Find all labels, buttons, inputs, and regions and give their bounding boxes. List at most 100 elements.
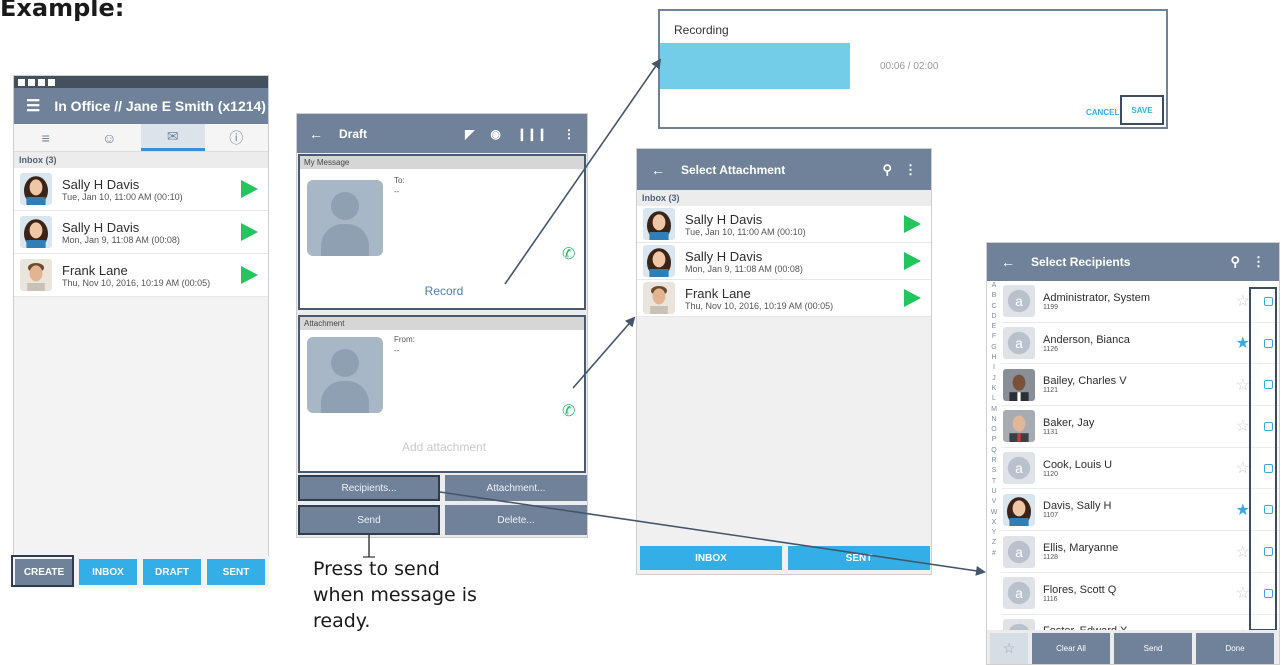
star-outline-icon[interactable]: ☆ (1236, 291, 1250, 311)
list-icon: ≡ (41, 129, 50, 146)
recipient-extension: 1128 (1043, 554, 1059, 562)
select-attachment-screen: ← Select Attachment ⚲ ⋮ Inbox (3) Sally … (636, 148, 932, 575)
alphabet-index[interactable]: A B C D E F G H I J K L M N O P Q R S T U V W X Y Z # (987, 281, 1001, 559)
search-icon[interactable]: ⚲ (882, 162, 892, 178)
alphabet-letter[interactable]: S (987, 466, 1001, 476)
phone-icon[interactable]: ✆ (562, 401, 575, 421)
tab-contacts[interactable]: ☺ (78, 124, 142, 151)
star-filter-button[interactable]: ☆ (990, 633, 1028, 664)
alphabet-letter[interactable]: B (987, 291, 1001, 301)
alphabet-letter[interactable]: C (987, 302, 1001, 312)
alphabet-letter[interactable]: # (987, 549, 1001, 559)
audio-bars-icon[interactable]: ❙❙❙ (517, 127, 547, 141)
back-arrow-icon[interactable]: ← (1001, 254, 1015, 270)
cancel-button[interactable]: CANCEL (1086, 108, 1119, 117)
search-icon[interactable]: ⚲ (1230, 254, 1240, 270)
alphabet-letter[interactable]: W (987, 508, 1001, 518)
recipient-row[interactable]: Baker, Jay 1131 ☆ (1001, 406, 1279, 448)
play-icon[interactable] (904, 215, 921, 233)
location-pin-icon[interactable]: ◉ (490, 127, 500, 141)
play-icon[interactable] (241, 223, 258, 241)
alphabet-letter[interactable]: M (987, 405, 1001, 415)
inbox-button[interactable]: INBOX (79, 559, 137, 585)
bottom-button-bar: ☆ Clear All Send Done (987, 630, 1279, 664)
inbox-button[interactable]: INBOX (640, 546, 782, 570)
save-button[interactable]: SAVE (1120, 95, 1164, 125)
alphabet-letter[interactable]: K (987, 384, 1001, 394)
more-vert-icon[interactable]: ⋮ (1252, 254, 1265, 270)
alphabet-letter[interactable]: D (987, 312, 1001, 322)
sent-button[interactable]: SENT (207, 559, 265, 585)
message-row[interactable]: Frank Lane Thu, Nov 10, 2016, 10:19 AM (… (14, 254, 268, 297)
play-icon[interactable] (904, 252, 921, 270)
alphabet-letter[interactable]: R (987, 456, 1001, 466)
back-arrow-icon[interactable]: ← (651, 162, 665, 178)
recipient-row[interactable]: a Ellis, Maryanne 1128 ☆ (1001, 531, 1279, 573)
more-vert-icon[interactable]: ⋮ (904, 162, 917, 178)
star-outline-icon[interactable]: ☆ (1236, 458, 1250, 478)
play-icon[interactable] (904, 289, 921, 307)
alphabet-letter[interactable]: A (987, 281, 1001, 291)
play-icon[interactable] (241, 266, 258, 284)
delete-button[interactable]: Delete... (445, 505, 587, 535)
alphabet-letter[interactable]: O (987, 425, 1001, 435)
alphabet-letter[interactable]: I (987, 363, 1001, 373)
recipient-row[interactable]: Davis, Sally H 1107 ★ (1001, 490, 1279, 532)
message-row[interactable]: Sally H Davis Mon, Jan 9, 11:08 AM (00:0… (637, 243, 931, 280)
back-arrow-icon[interactable]: ← (309, 126, 323, 142)
alphabet-letter[interactable]: E (987, 322, 1001, 332)
clear-all-button[interactable]: Clear All (1032, 633, 1110, 664)
record-button[interactable]: Record (300, 284, 588, 298)
star-outline-icon[interactable]: ☆ (1236, 416, 1250, 436)
recipient-row[interactable]: a Flores, Scott Q 1116 ☆ (1001, 573, 1279, 615)
attachment-card: Attachment From: -- ✆ Add attachment (298, 315, 586, 473)
speaker-icon[interactable]: ◤ (465, 127, 474, 141)
message-row[interactable]: Frank Lane Thu, Nov 10, 2016, 10:19 AM (… (637, 280, 931, 317)
alphabet-letter[interactable]: T (987, 477, 1001, 487)
recipient-row[interactable]: a Administrator, System 1199 ☆ (1001, 281, 1279, 323)
more-vert-icon[interactable]: ⋮ (563, 127, 575, 141)
draft-button[interactable]: DRAFT (143, 559, 201, 585)
alphabet-letter[interactable]: G (987, 343, 1001, 353)
play-icon[interactable] (241, 180, 258, 198)
star-filled-icon[interactable]: ★ (1236, 333, 1250, 353)
add-attachment-button[interactable]: Add attachment (300, 440, 588, 454)
tab-mail[interactable]: ✉ (141, 124, 205, 151)
menu-icon[interactable]: ☰ (26, 96, 40, 116)
message-row[interactable]: Sally H Davis Tue, Jan 10, 11:00 AM (00:… (637, 206, 931, 243)
recording-progress-fill (660, 43, 850, 89)
alphabet-letter[interactable]: L (987, 394, 1001, 404)
send-button[interactable]: Send (1114, 633, 1192, 664)
send-button[interactable]: Send (298, 505, 440, 535)
alphabet-letter[interactable]: U (987, 487, 1001, 497)
attachment-button[interactable]: Attachment... (445, 475, 587, 501)
tab-list[interactable]: ≡ (14, 124, 78, 151)
alphabet-letter[interactable]: F (987, 332, 1001, 342)
alphabet-letter[interactable]: H (987, 353, 1001, 363)
recipient-row[interactable]: a Cook, Louis U 1120 ☆ (1001, 448, 1279, 490)
alphabet-letter[interactable]: N (987, 415, 1001, 425)
alphabet-letter[interactable]: V (987, 497, 1001, 507)
message-row[interactable]: Sally H Davis Tue, Jan 10, 11:00 AM (00:… (14, 168, 268, 211)
sent-button[interactable]: SENT (788, 546, 930, 570)
alphabet-letter[interactable]: J (987, 374, 1001, 384)
star-filled-icon[interactable]: ★ (1236, 500, 1250, 520)
message-row[interactable]: Sally H Davis Mon, Jan 9, 11:08 AM (00:0… (14, 211, 268, 254)
alphabet-letter[interactable]: P (987, 435, 1001, 445)
alphabet-letter[interactable]: X (987, 518, 1001, 528)
alphabet-letter[interactable]: Y (987, 528, 1001, 538)
phone-icon[interactable]: ✆ (562, 244, 575, 264)
recipients-button[interactable]: Recipients... (298, 475, 440, 501)
recipient-extension: 1121 (1043, 387, 1059, 395)
done-button[interactable]: Done (1196, 633, 1274, 664)
avatar (643, 208, 675, 240)
tab-bar: ≡ ☺ ✉ ⓘ (14, 124, 268, 152)
tab-info[interactable]: ⓘ (205, 124, 269, 151)
star-outline-icon[interactable]: ☆ (1236, 542, 1250, 562)
star-outline-icon[interactable]: ☆ (1236, 375, 1250, 395)
alphabet-letter[interactable]: Z (987, 538, 1001, 548)
alphabet-letter[interactable]: Q (987, 446, 1001, 456)
recipient-row[interactable]: Bailey, Charles V 1121 ☆ (1001, 364, 1279, 407)
recipient-row[interactable]: a Anderson, Bianca 1126 ★ (1001, 323, 1279, 365)
star-outline-icon[interactable]: ☆ (1236, 583, 1250, 603)
